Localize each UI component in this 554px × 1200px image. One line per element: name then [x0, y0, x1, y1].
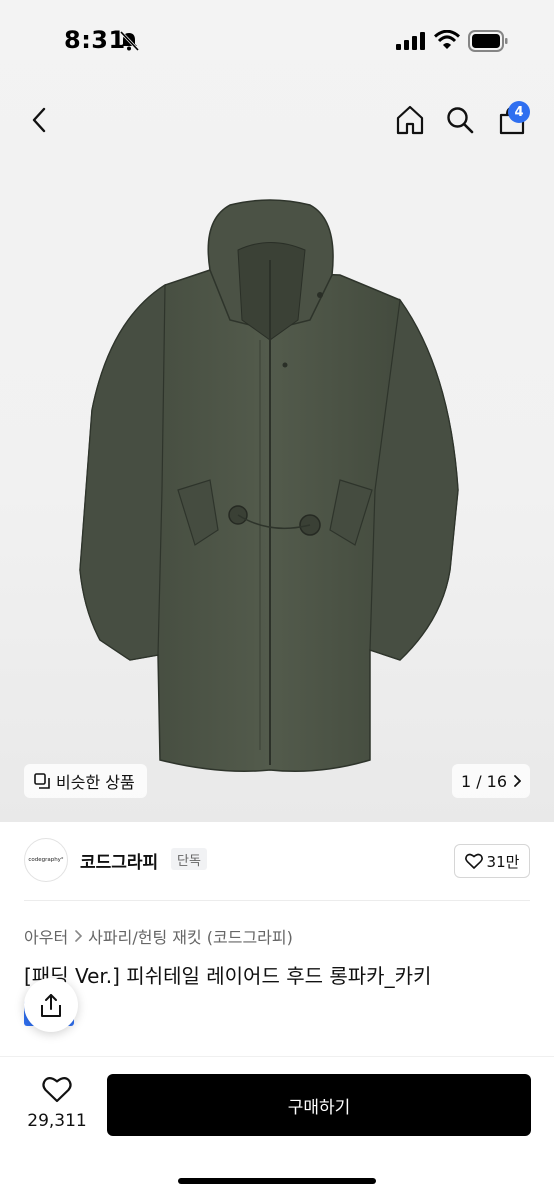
breadcrumb-category[interactable]: 아우터: [24, 924, 68, 948]
wifi-icon: [434, 30, 460, 49]
similar-products-label: 비슷한 상품: [56, 773, 135, 792]
back-button[interactable]: [20, 100, 60, 140]
brand-row: codegraphy° 코드그라피 단독 31만: [0, 836, 554, 884]
chevron-left-icon: [32, 107, 46, 133]
chevron-right-icon: [75, 930, 83, 942]
chevron-right-icon: [514, 775, 522, 787]
brand-name[interactable]: 코드그라피: [80, 848, 158, 873]
search-button[interactable]: [440, 100, 480, 140]
home-button[interactable]: [390, 100, 430, 140]
breadcrumb: 아우터 사파리/헌팅 재킷 (코드그라피): [24, 924, 293, 948]
product-title: [패딩 Ver.] 피쉬테일 레이어드 후드 롱파카_카키: [24, 964, 432, 988]
breadcrumb-subcategory[interactable]: 사파리/헌팅 재킷 (코드그라피): [88, 924, 293, 948]
wishlist-count: 29,311: [27, 1111, 87, 1131]
buy-button[interactable]: 구매하기: [107, 1074, 531, 1136]
brand-like-count: 31만: [486, 852, 520, 871]
divider: [24, 900, 530, 901]
similar-products-button[interactable]: 비슷한 상품: [24, 764, 147, 798]
home-indicator[interactable]: [178, 1178, 376, 1184]
mute-bell-icon: [119, 31, 140, 51]
brand-like-button[interactable]: 31만: [454, 844, 530, 878]
cart-count-badge: 4: [508, 101, 530, 123]
product-image-coat: [79, 199, 459, 772]
wishlist-button[interactable]: 29,311: [22, 1075, 92, 1145]
signal-icon: [396, 32, 425, 50]
similar-products-icon: [34, 773, 50, 789]
status-time: 8:31: [64, 26, 126, 54]
heart-icon: [42, 1077, 72, 1103]
search-icon: [447, 107, 474, 134]
battery-icon: [468, 30, 508, 52]
image-page-text: 1 / 16: [460, 771, 508, 791]
home-icon: [396, 105, 424, 135]
product-image-area[interactable]: 8:31 4 비슷한 상품 1 / 16: [0, 0, 554, 822]
share-button[interactable]: [24, 978, 78, 1032]
share-icon: [41, 994, 61, 1017]
heart-icon: [464, 853, 483, 869]
status-bar: 8:31: [0, 0, 554, 80]
brand-logo-text: codegraphy°: [28, 857, 64, 863]
brand-logo[interactable]: codegraphy°: [24, 838, 68, 882]
exclusive-badge: 단독: [171, 848, 207, 870]
image-page-indicator[interactable]: 1 / 16: [452, 764, 530, 798]
